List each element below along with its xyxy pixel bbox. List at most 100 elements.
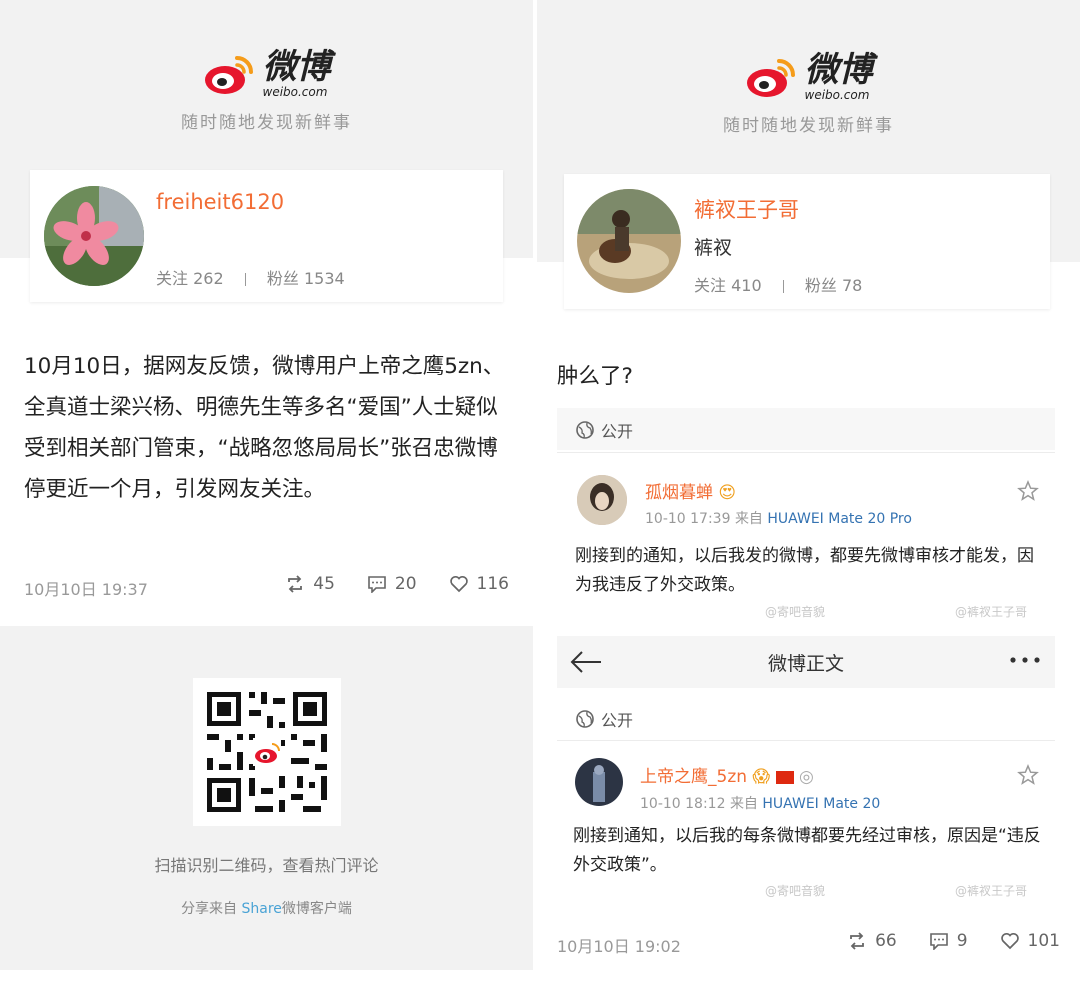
comment-icon (368, 576, 386, 593)
separator (244, 273, 246, 286)
source-prefix: 分享来自 (181, 901, 242, 917)
device-link[interactable]: HUAWEI Mate 20 (762, 796, 880, 812)
source-app: Share (241, 901, 282, 917)
star-icon[interactable] (1017, 764, 1039, 786)
post-stats: 66 9 101 (823, 931, 1060, 951)
post-meta: 10-10 18:12 来自 HUAWEI Mate 20 (640, 793, 880, 813)
author-avatar[interactable] (577, 475, 627, 525)
embedded-post-text: 刚接到的通知，以后我发的微博，都要先微博审核才能发，因为我违反了外交政策。 (575, 546, 1034, 595)
repost-icon (288, 575, 303, 593)
comment-count: 9 (956, 931, 968, 951)
emoji-badge-icon: 😍 (718, 483, 737, 503)
qr-code (193, 678, 341, 826)
following-label: 关注 (694, 276, 727, 295)
logo-text: 微博 (804, 50, 873, 90)
heart-icon (1000, 932, 1019, 950)
flower-avatar-image (44, 186, 144, 286)
qr-code-image (207, 692, 327, 812)
following-count: 262 (193, 269, 224, 288)
post-text: 肿么了? (557, 364, 633, 389)
user-avatar[interactable] (44, 186, 144, 286)
star-icon[interactable] (1017, 480, 1039, 502)
profile-card[interactable]: freiheit6120 关注 262 粉丝 1534 (30, 170, 503, 302)
author-avatar[interactable] (575, 758, 623, 806)
user-bio: 裤衩 (694, 237, 733, 259)
visibility-row: 公开 (575, 707, 633, 731)
visibility-label: 公开 (601, 711, 634, 730)
flag-icon (775, 770, 794, 784)
globe-icon (576, 421, 594, 439)
embedded-post-text: 刚接到通知，以后我的每条微博都要先经过审核，原因是“违反外交政策”。 (573, 826, 1041, 875)
from-label: 来自 (729, 796, 758, 812)
comment-button[interactable]: 20 (367, 574, 417, 594)
comment-icon (929, 933, 948, 950)
like-button[interactable]: 101 (1000, 931, 1060, 951)
profile-card[interactable]: 裤衩王子哥 裤衩 关注 410 粉丝 78 (564, 174, 1050, 309)
like-count: 116 (476, 574, 509, 594)
logo-domain: weibo.com (804, 88, 870, 102)
author-name[interactable]: 上帝之鹰_5zn 😱 ◎ (640, 762, 814, 787)
left-weibo-share-card: 微博 weibo.com 随时随地发现新鲜事 freiheit6120 关注 2… (0, 0, 533, 990)
post-timestamp: 10月10日 19:02 (557, 937, 681, 956)
post-text: 10月10日，据网友反馈，微博用户上帝之鹰5zn、全真道士梁兴杨、明德先生等多名… (24, 354, 505, 502)
like-count: 101 (1027, 931, 1060, 951)
qr-section: 扫描识别二维码，查看热门评论 分享来自 Share微博客户端 (0, 626, 533, 970)
qr-hint: 扫描识别二维码，查看热门评论 (154, 856, 379, 875)
fans-count: 1534 (303, 269, 345, 288)
author-name[interactable]: 孤烟暮蝉 😍 (645, 478, 736, 503)
fans-count: 78 (841, 276, 863, 295)
author-name-text: 上帝之鹰_5zn (640, 767, 748, 787)
source-suffix: 微博客户端 (281, 901, 352, 917)
medal-icon: ◎ (798, 767, 814, 787)
watermark: @裤衩王子哥 (955, 884, 1028, 898)
weibo-brand: 微博 weibo.com 随时随地发现新鲜事 (0, 50, 533, 133)
following-count: 410 (731, 276, 762, 295)
right-weibo-share-card: 微博 weibo.com 随时随地发现新鲜事 裤衩王子哥 裤衩 关注 410 粉… (537, 0, 1080, 990)
navbar-title: 微博正文 (767, 652, 844, 675)
share-source: 分享来自 Share微博客户端 (0, 898, 533, 918)
weibo-brand: 微博 weibo.com 随时随地发现新鲜事 (537, 53, 1080, 136)
from-label: 来自 (734, 511, 763, 527)
post-timestamp: 10月10日 19:37 (24, 580, 148, 599)
follow-stats: 关注 410 粉丝 78 (694, 272, 862, 296)
repost-icon (850, 932, 864, 950)
author-avatar-image (577, 475, 627, 525)
globe-icon (576, 710, 594, 728)
fans-label: 粉丝 (266, 269, 299, 288)
post-meta: 10-10 17:39 来自 HUAWEI Mate 20 Pro (645, 508, 912, 528)
comment-count: 20 (394, 574, 417, 594)
divider (557, 452, 1055, 453)
author-name-text: 孤烟暮蝉 (645, 483, 713, 503)
following-label: 关注 (156, 269, 189, 288)
username[interactable]: 裤衩王子哥 (694, 194, 799, 224)
slogan: 随时随地发现新鲜事 (723, 116, 894, 136)
more-options-icon[interactable] (1009, 656, 1041, 664)
emoji-badge-icon: 😱 (752, 767, 771, 787)
device-link[interactable]: HUAWEI Mate 20 Pro (767, 511, 912, 527)
dog-avatar-image (577, 189, 681, 293)
visibility-row: 公开 (575, 418, 633, 442)
visibility-label: 公开 (601, 422, 634, 441)
follow-stats: 关注 262 粉丝 1534 (156, 265, 345, 289)
back-arrow-icon[interactable] (569, 650, 603, 674)
author-avatar-image (575, 758, 623, 806)
post-time: 10-10 18:12 (640, 796, 726, 812)
divider (557, 740, 1055, 741)
heart-icon (449, 575, 468, 593)
repost-button[interactable]: 66 (847, 931, 897, 951)
comment-button[interactable]: 9 (929, 931, 968, 951)
username[interactable]: freiheit6120 (156, 190, 284, 214)
user-avatar[interactable] (577, 189, 681, 293)
repost-count: 45 (313, 574, 335, 594)
navbar: 微博正文 (557, 636, 1055, 688)
like-button[interactable]: 116 (449, 574, 509, 594)
post-time: 10-10 17:39 (645, 511, 731, 527)
watermark: @寄吧音貌 (765, 884, 826, 898)
post-stats: 45 20 116 (261, 574, 509, 594)
watermark: @寄吧音貌 (765, 605, 826, 619)
watermark: @裤衩王子哥 (955, 605, 1028, 619)
repost-button[interactable]: 45 (285, 574, 335, 594)
weibo-logo-icon (746, 59, 795, 97)
weibo-logo-icon (204, 56, 253, 94)
repost-count: 66 (875, 931, 897, 951)
